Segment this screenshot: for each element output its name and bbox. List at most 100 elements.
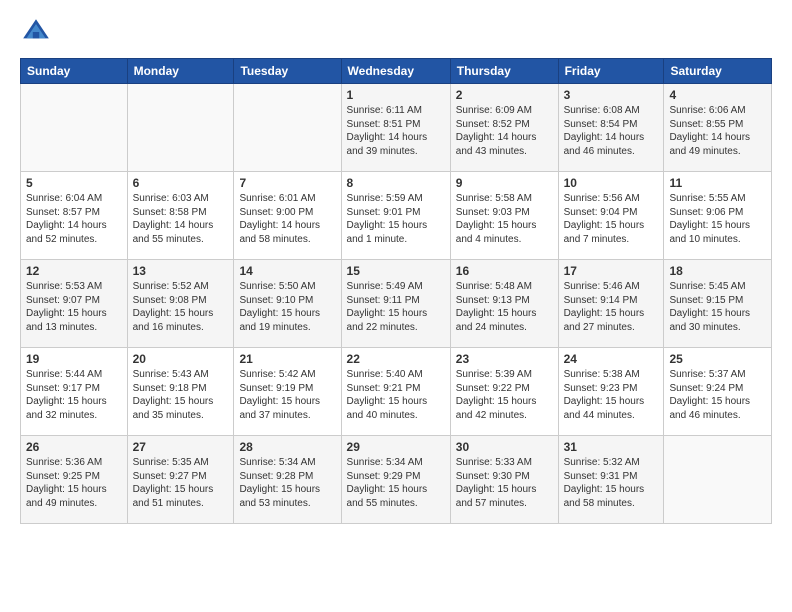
cell-content: Sunrise: 5:44 AM Sunset: 9:17 PM Dayligh…: [26, 368, 122, 422]
cell-content: Sunrise: 5:36 AM Sunset: 9:25 PM Dayligh…: [26, 456, 122, 510]
calendar-cell: 20Sunrise: 5:43 AM Sunset: 9:18 PM Dayli…: [127, 348, 234, 436]
calendar-cell: 18Sunrise: 5:45 AM Sunset: 9:15 PM Dayli…: [664, 260, 772, 348]
calendar-cell: 12 Sunrise: 5:53 AM Sunset: 9:07 PM Dayli…: [21, 260, 128, 348]
cell-content: Sunrise: 5:49 AM Sunset: 9:11 PM Dayligh…: [347, 280, 445, 334]
page: SundayMondayTuesdayWednesdayThursdayFrid…: [0, 0, 792, 534]
calendar-cell: 6Sunrise: 6:03 AM Sunset: 8:58 PM Daylig…: [127, 172, 234, 260]
day-number: 25: [669, 352, 766, 366]
cell-content: Sunrise: 5:33 AM Sunset: 9:30 PM Dayligh…: [456, 456, 553, 510]
calendar-cell: 1 Sunrise: 6:11 AM Sunset: 8:51 PM Daylig…: [341, 84, 450, 172]
cell-content: Sunrise: 5:55 AM Sunset: 9:06 PM Dayligh…: [669, 192, 766, 246]
day-number: 8: [347, 176, 445, 190]
day-number: 1: [347, 88, 445, 102]
logo: [20, 16, 56, 48]
day-number: 9: [456, 176, 553, 190]
day-number: 2: [456, 88, 553, 102]
cell-content: Sunrise: 5:34 AM Sunset: 9:28 PM Dayligh…: [239, 456, 335, 510]
calendar-cell: 2 Sunrise: 6:09 AM Sunset: 8:52 PM Daylig…: [450, 84, 558, 172]
cell-content: Sunrise: 5:39 AM Sunset: 9:22 PM Dayligh…: [456, 368, 553, 422]
cell-content: Sunrise: 6:11 AM Sunset: 8:51 PM Dayligh…: [347, 104, 445, 158]
calendar-cell: 15 Sunrise: 5:49 AM Sunset: 9:11 PM Dayli…: [341, 260, 450, 348]
day-number: 18: [669, 264, 766, 278]
calendar-cell: 21 Sunrise: 5:42 AM Sunset: 9:19 PM Dayli…: [234, 348, 341, 436]
cell-content: Sunrise: 5:35 AM Sunset: 9:27 PM Dayligh…: [133, 456, 229, 510]
cell-content: Sunrise: 6:09 AM Sunset: 8:52 PM Dayligh…: [456, 104, 553, 158]
calendar-header-row: SundayMondayTuesdayWednesdayThursdayFrid…: [21, 59, 772, 84]
day-of-week-header: Wednesday: [341, 59, 450, 84]
calendar-cell: 31Sunrise: 5:32 AM Sunset: 9:31 PM Dayli…: [558, 436, 664, 524]
calendar: SundayMondayTuesdayWednesdayThursdayFrid…: [20, 58, 772, 524]
day-number: 5: [26, 176, 122, 190]
calendar-cell: [664, 436, 772, 524]
calendar-cell: 9Sunrise: 5:58 AM Sunset: 9:03 PM Daylig…: [450, 172, 558, 260]
cell-content: Sunrise: 5:42 AM Sunset: 9:19 PM Dayligh…: [239, 368, 335, 422]
cell-content: Sunrise: 6:04 AM Sunset: 8:57 PM Dayligh…: [26, 192, 122, 246]
cell-content: Sunrise: 5:46 AM Sunset: 9:14 PM Dayligh…: [564, 280, 659, 334]
day-number: 3: [564, 88, 659, 102]
calendar-week-row: 12 Sunrise: 5:53 AM Sunset: 9:07 PM Dayli…: [21, 260, 772, 348]
day-number: 12: [26, 264, 122, 278]
calendar-cell: 19 Sunrise: 5:44 AM Sunset: 9:17 PM Dayli…: [21, 348, 128, 436]
calendar-cell: 17 Sunrise: 5:46 AM Sunset: 9:14 PM Dayli…: [558, 260, 664, 348]
cell-content: Sunrise: 5:52 AM Sunset: 9:08 PM Dayligh…: [133, 280, 229, 334]
calendar-cell: 7 Sunrise: 6:01 AM Sunset: 9:00 PM Daylig…: [234, 172, 341, 260]
calendar-week-row: 1 Sunrise: 6:11 AM Sunset: 8:51 PM Daylig…: [21, 84, 772, 172]
calendar-week-row: 5 Sunrise: 6:04 AM Sunset: 8:57 PM Daylig…: [21, 172, 772, 260]
cell-content: Sunrise: 6:08 AM Sunset: 8:54 PM Dayligh…: [564, 104, 659, 158]
calendar-cell: 16 Sunrise: 5:48 AM Sunset: 9:13 PM Dayli…: [450, 260, 558, 348]
calendar-cell: 22 Sunrise: 5:40 AM Sunset: 9:21 PM Dayli…: [341, 348, 450, 436]
calendar-cell: 23 Sunrise: 5:39 AM Sunset: 9:22 PM Dayli…: [450, 348, 558, 436]
calendar-cell: 13 Sunrise: 5:52 AM Sunset: 9:08 PM Dayli…: [127, 260, 234, 348]
day-number: 7: [239, 176, 335, 190]
cell-content: Sunrise: 5:37 AM Sunset: 9:24 PM Dayligh…: [669, 368, 766, 422]
day-of-week-header: Saturday: [664, 59, 772, 84]
day-number: 29: [347, 440, 445, 454]
calendar-week-row: 19 Sunrise: 5:44 AM Sunset: 9:17 PM Dayli…: [21, 348, 772, 436]
cell-content: Sunrise: 6:01 AM Sunset: 9:00 PM Dayligh…: [239, 192, 335, 246]
day-number: 23: [456, 352, 553, 366]
day-number: 10: [564, 176, 659, 190]
header: [20, 16, 772, 48]
calendar-cell: [21, 84, 128, 172]
calendar-cell: 27 Sunrise: 5:35 AM Sunset: 9:27 PM Dayli…: [127, 436, 234, 524]
cell-content: Sunrise: 5:48 AM Sunset: 9:13 PM Dayligh…: [456, 280, 553, 334]
day-number: 14: [239, 264, 335, 278]
day-number: 6: [133, 176, 229, 190]
day-number: 4: [669, 88, 766, 102]
day-number: 22: [347, 352, 445, 366]
calendar-cell: 24 Sunrise: 5:38 AM Sunset: 9:23 PM Dayli…: [558, 348, 664, 436]
calendar-cell: 29 Sunrise: 5:34 AM Sunset: 9:29 PM Dayli…: [341, 436, 450, 524]
calendar-cell: 10 Sunrise: 5:56 AM Sunset: 9:04 PM Dayli…: [558, 172, 664, 260]
calendar-cell: 5 Sunrise: 6:04 AM Sunset: 8:57 PM Daylig…: [21, 172, 128, 260]
cell-content: Sunrise: 5:53 AM Sunset: 9:07 PM Dayligh…: [26, 280, 122, 334]
day-of-week-header: Thursday: [450, 59, 558, 84]
cell-content: Sunrise: 5:50 AM Sunset: 9:10 PM Dayligh…: [239, 280, 335, 334]
cell-content: Sunrise: 5:59 AM Sunset: 9:01 PM Dayligh…: [347, 192, 445, 246]
cell-content: Sunrise: 5:34 AM Sunset: 9:29 PM Dayligh…: [347, 456, 445, 510]
day-number: 19: [26, 352, 122, 366]
day-number: 30: [456, 440, 553, 454]
cell-content: Sunrise: 5:40 AM Sunset: 9:21 PM Dayligh…: [347, 368, 445, 422]
day-number: 17: [564, 264, 659, 278]
calendar-week-row: 26 Sunrise: 5:36 AM Sunset: 9:25 PM Dayli…: [21, 436, 772, 524]
day-of-week-header: Monday: [127, 59, 234, 84]
cell-content: Sunrise: 5:43 AM Sunset: 9:18 PM Dayligh…: [133, 368, 229, 422]
cell-content: Sunrise: 5:32 AM Sunset: 9:31 PM Dayligh…: [564, 456, 659, 510]
calendar-cell: [127, 84, 234, 172]
day-number: 26: [26, 440, 122, 454]
day-number: 15: [347, 264, 445, 278]
calendar-cell: 28Sunrise: 5:34 AM Sunset: 9:28 PM Dayli…: [234, 436, 341, 524]
day-number: 24: [564, 352, 659, 366]
cell-content: Sunrise: 5:56 AM Sunset: 9:04 PM Dayligh…: [564, 192, 659, 246]
logo-icon: [20, 16, 52, 48]
cell-content: Sunrise: 5:38 AM Sunset: 9:23 PM Dayligh…: [564, 368, 659, 422]
calendar-cell: 3 Sunrise: 6:08 AM Sunset: 8:54 PM Daylig…: [558, 84, 664, 172]
day-of-week-header: Friday: [558, 59, 664, 84]
calendar-cell: 4Sunrise: 6:06 AM Sunset: 8:55 PM Daylig…: [664, 84, 772, 172]
day-number: 16: [456, 264, 553, 278]
calendar-cell: 11Sunrise: 5:55 AM Sunset: 9:06 PM Dayli…: [664, 172, 772, 260]
calendar-cell: 30 Sunrise: 5:33 AM Sunset: 9:30 PM Dayli…: [450, 436, 558, 524]
day-number: 21: [239, 352, 335, 366]
day-number: 13: [133, 264, 229, 278]
day-number: 27: [133, 440, 229, 454]
